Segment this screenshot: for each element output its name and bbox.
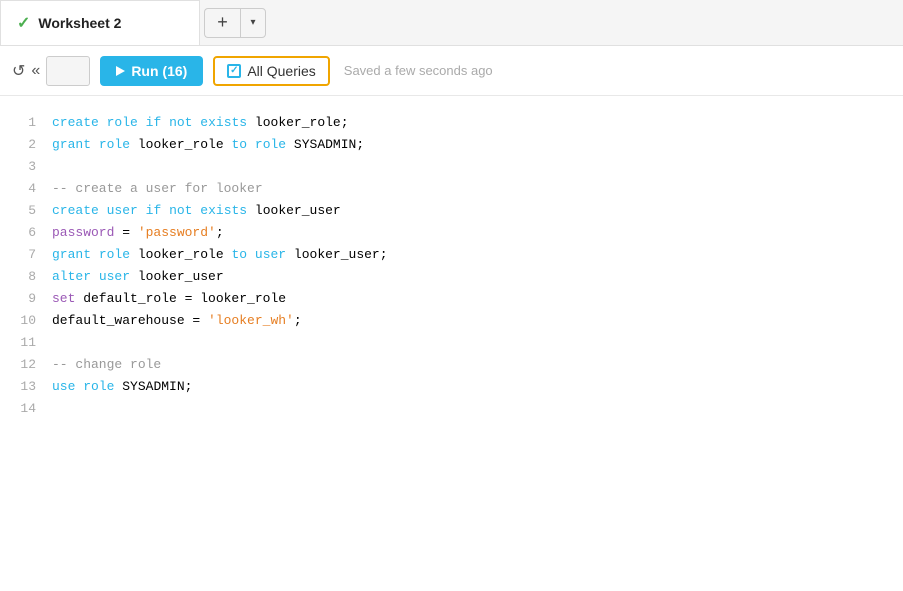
code-line: -- create a user for looker: [52, 178, 903, 200]
code-line: -- change role: [52, 354, 903, 376]
code-line: password = 'password';: [52, 222, 903, 244]
code-line: [52, 332, 903, 354]
active-tab[interactable]: ✓ Worksheet 2: [0, 0, 200, 45]
code-line: create role if not exists looker_role;: [52, 112, 903, 134]
tab-dropdown-button[interactable]: ▾: [240, 8, 266, 38]
add-tab-button[interactable]: +: [204, 8, 240, 38]
sidebar-toggle-button[interactable]: [46, 56, 90, 86]
all-queries-label: All Queries: [247, 63, 315, 79]
toolbar: ↺ « Run (16) All Queries Saved a few sec…: [0, 46, 903, 96]
line-number: 9: [0, 288, 36, 310]
line-number: 5: [0, 200, 36, 222]
run-button-label: Run (16): [131, 63, 187, 79]
code-editor[interactable]: create role if not exists looker_role;gr…: [48, 96, 903, 591]
code-line: set default_role = looker_role: [52, 288, 903, 310]
tab-title: Worksheet 2: [38, 15, 121, 31]
tab-check-icon: ✓: [17, 13, 30, 33]
code-line: alter user looker_user: [52, 266, 903, 288]
line-number: 1: [0, 112, 36, 134]
all-queries-checkbox-icon: [227, 64, 241, 78]
all-queries-button[interactable]: All Queries: [213, 56, 329, 86]
code-line: use role SYSADMIN;: [52, 376, 903, 398]
run-button[interactable]: Run (16): [100, 56, 203, 86]
reload-icon[interactable]: ↺: [12, 61, 25, 81]
code-line: create user if not exists looker_user: [52, 200, 903, 222]
line-number: 6: [0, 222, 36, 244]
toolbar-left: ↺ «: [12, 56, 90, 86]
line-number: 12: [0, 354, 36, 376]
line-number: 13: [0, 376, 36, 398]
line-number: 11: [0, 332, 36, 354]
line-numbers: 1234567891011121314: [0, 96, 48, 591]
editor-area: 1234567891011121314 create role if not e…: [0, 96, 903, 591]
tab-add-area: + ▾: [204, 0, 266, 45]
line-number: 4: [0, 178, 36, 200]
code-line: [52, 398, 903, 420]
line-number: 7: [0, 244, 36, 266]
play-icon: [116, 66, 125, 76]
code-line: default_warehouse = 'looker_wh';: [52, 310, 903, 332]
line-number: 3: [0, 156, 36, 178]
line-number: 8: [0, 266, 36, 288]
saved-status: Saved a few seconds ago: [344, 63, 493, 78]
line-number: 2: [0, 134, 36, 156]
code-line: grant role looker_role to role SYSADMIN;: [52, 134, 903, 156]
line-number: 14: [0, 398, 36, 420]
chevron-left-icon[interactable]: «: [31, 62, 40, 80]
code-line: grant role looker_role to user looker_us…: [52, 244, 903, 266]
code-line: [52, 156, 903, 178]
line-number: 10: [0, 310, 36, 332]
tab-bar: ✓ Worksheet 2 + ▾: [0, 0, 903, 46]
